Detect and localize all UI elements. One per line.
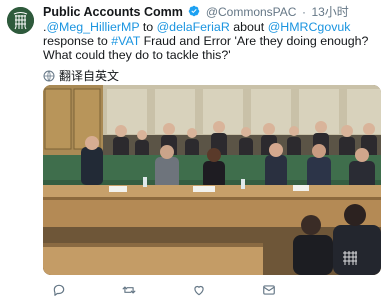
text-segment: response to	[43, 34, 112, 48]
mention-link[interactable]: @Meg_HillierMP	[46, 20, 139, 34]
share-button[interactable]	[262, 283, 276, 297]
display-name[interactable]: Public Accounts Comm	[43, 5, 183, 19]
separator-dot: ·	[301, 5, 306, 19]
tweet-actions	[52, 283, 332, 297]
translate-label: 翻译自英文	[59, 69, 120, 83]
tweet-header: Public Accounts Comm @CommonsPAC · 13小时	[43, 4, 381, 20]
reply-icon	[53, 284, 65, 296]
tweet-content: Public Accounts Comm @CommonsPAC · 13小时 …	[43, 4, 381, 83]
avatar[interactable]	[7, 7, 34, 34]
handle[interactable]: @CommonsPAC	[206, 5, 297, 19]
like-button[interactable]	[192, 283, 206, 297]
hashtag-link[interactable]: #VAT	[111, 34, 140, 48]
heart-icon	[194, 285, 204, 296]
tweet-photo[interactable]	[43, 85, 381, 275]
share-envelope-icon	[263, 285, 275, 295]
text-segment: about	[229, 20, 268, 34]
mention-link[interactable]: @HMRCgovuk	[268, 20, 351, 34]
globe-icon	[43, 70, 55, 82]
retweet-button[interactable]	[122, 283, 136, 297]
reply-button[interactable]	[52, 283, 66, 297]
mention-link[interactable]: @delaFeriaR	[157, 20, 230, 34]
tweet-card: Public Accounts Comm @CommonsPAC · 13小时 …	[0, 0, 387, 299]
translate-link[interactable]: 翻译自英文	[43, 69, 381, 83]
tweet-text: .@Meg_HillierMP to @delaFeriaR about @HM…	[43, 20, 381, 62]
verified-badge-icon	[189, 5, 200, 17]
retweet-icon	[122, 286, 136, 294]
timestamp[interactable]: 13小时	[311, 5, 348, 19]
text-segment: to	[139, 20, 157, 34]
portcullis-logo-icon	[7, 7, 34, 34]
committee-hearing-photo	[43, 85, 381, 275]
